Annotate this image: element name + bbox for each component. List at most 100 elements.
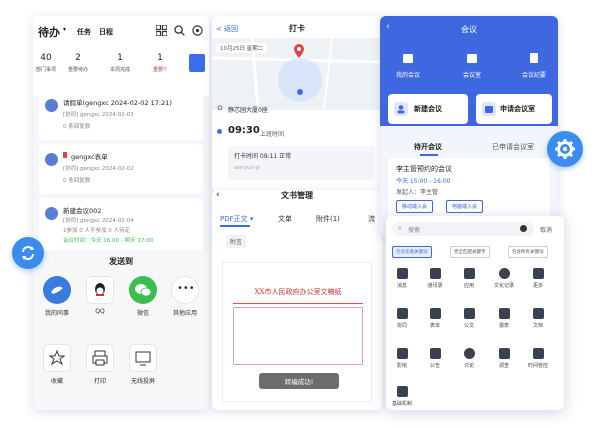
nav-my-meeting[interactable]: 我的会议	[390, 70, 426, 79]
discussion-icon[interactable]	[464, 348, 475, 359]
more-apps-button[interactable]: •••	[171, 276, 199, 304]
meeting-room-icon	[466, 52, 478, 64]
survey-icon[interactable]	[499, 348, 510, 359]
checkin-time: 09:30	[228, 125, 260, 136]
grid-icon[interactable]	[155, 24, 167, 36]
pc-join-button[interactable]: 电脑端入会	[446, 200, 484, 213]
date-chip: 10月25日 星期二	[216, 43, 268, 53]
checkin-panel: < 返回 打卡 10月25日 星期二 ⊙ 静芯园大厦0座 09:30 上班时间 …	[212, 16, 382, 192]
share-label: 打印	[93, 378, 106, 385]
doc-title: XX市人民政府办公室文稿纸	[254, 288, 342, 296]
search-icon: ⌕	[398, 224, 402, 232]
app-label: 公告	[429, 363, 440, 369]
nav-minutes[interactable]: 会议纪要	[516, 70, 552, 79]
new-meeting-label: 新建会议	[414, 105, 442, 113]
file-icon[interactable]	[533, 308, 544, 319]
chevron-down-icon[interactable]: ▾	[63, 26, 66, 33]
tab-task[interactable]: 任务	[77, 27, 91, 37]
location-name: 静芯园大厦0座	[228, 107, 268, 114]
stat-label: 本周完成	[109, 67, 130, 73]
more-icon[interactable]	[533, 268, 544, 279]
share-label: QQ	[95, 308, 105, 315]
minutes-icon	[528, 52, 540, 64]
item-title: gengxc表单	[71, 153, 108, 161]
filter-all[interactable]: 包含所有关键词	[508, 246, 548, 258]
mobile-join-button[interactable]: 移动端入会	[396, 200, 434, 213]
share-label: 我的同事	[44, 310, 69, 317]
nav-meeting-room[interactable]: 会议室	[454, 70, 490, 79]
new-meeting-button[interactable]: 新建会议	[388, 94, 468, 124]
favorite-button[interactable]	[43, 344, 71, 372]
collab-icon[interactable]	[397, 308, 408, 319]
apps-icon[interactable]	[464, 268, 475, 279]
location-icon: ⊙	[217, 104, 223, 112]
tab-applied-room[interactable]: 已申请会议室	[492, 142, 534, 152]
cancel-button[interactable]: 取消	[540, 225, 552, 234]
contacts-icon[interactable]	[430, 268, 441, 279]
list-item[interactable]: 请假单(gengxc 2024-02-02 17:21) [协同] gengxc…	[39, 90, 203, 140]
share-label: 无线投屏	[130, 378, 155, 385]
list-item[interactable]: 新建会议002 [协同] gengxc 2024-02-04 1参加 0 人不参…	[39, 198, 203, 252]
search-input[interactable]: ⌕ 搜索	[392, 222, 534, 236]
page-title: 会议	[461, 25, 477, 34]
item-meta: [协同] gengxc 2024-02-02	[63, 166, 134, 172]
share-label: 其他应用	[172, 310, 197, 317]
app-label: 讨论	[463, 363, 474, 369]
time-icon[interactable]	[533, 348, 544, 359]
stat-value: 40	[40, 53, 52, 63]
colleague-share-button[interactable]	[43, 276, 71, 304]
add-icon[interactable]	[191, 24, 203, 36]
print-button[interactable]	[86, 344, 114, 372]
record-sub: wanyun-yl	[234, 165, 260, 171]
app-label: 协同	[396, 323, 407, 329]
document-icon[interactable]	[464, 308, 475, 319]
app-label: 时间管控	[527, 363, 548, 369]
stat-label: 部门事项	[35, 67, 56, 73]
tab-attachment[interactable]: 附件(1)	[316, 214, 340, 224]
meeting-title: 李主管预约的会议	[396, 165, 452, 173]
share-label: 微信	[136, 310, 149, 317]
mic-icon[interactable]	[520, 225, 527, 232]
mechanism-icon[interactable]	[397, 386, 408, 397]
tab-indicator	[220, 225, 250, 227]
qq-share-button[interactable]	[86, 276, 114, 304]
item-title: 请假单(gengxc 2024-02-02 17:21)	[63, 99, 172, 107]
people-icon	[394, 102, 408, 116]
sync-icon	[12, 237, 44, 269]
sub-tab[interactable]: 附言	[226, 235, 247, 248]
video-icon[interactable]	[397, 348, 408, 359]
pdf-page: XX市人民政府办公室文稿纸 转编成功!	[222, 262, 372, 402]
search-placeholder: 搜索	[408, 227, 421, 234]
todo-title[interactable]: 待办	[38, 24, 60, 40]
announcement-icon[interactable]	[430, 348, 441, 359]
report-icon[interactable]	[499, 308, 510, 319]
tab-pdf[interactable]: PDF正文 ▾	[220, 214, 253, 224]
item-sub: 0 条回复数	[63, 178, 91, 184]
more-icon: •••	[177, 283, 195, 294]
meeting-panel: ‹ 会议 我的会议 会议室 会议纪要 新建会议 申请会议室 待开会议 已申请会议…	[380, 16, 558, 236]
tab-flow[interactable]: 流	[368, 214, 375, 224]
filter-exact[interactable]: 完全匹配关键字	[450, 246, 490, 258]
flag-icon	[63, 152, 67, 158]
apply-room-button[interactable]: 申请会议室	[476, 94, 552, 124]
cast-button[interactable]	[129, 344, 157, 372]
timeline-dot	[217, 129, 222, 134]
message-icon[interactable]	[397, 268, 408, 279]
app-label: 文化记录	[493, 283, 514, 289]
document-panel: ‹ 文书管理 PDF正文 ▾ 文单 附件(1) 流 附言 XX市人民政府办公室文…	[212, 190, 382, 410]
form-icon[interactable]	[430, 308, 441, 319]
stat-value: 1	[117, 53, 123, 63]
filter-any[interactable]: 包含任意关键词	[392, 246, 432, 258]
filter-tab[interactable]	[189, 54, 205, 72]
tab-form[interactable]: 文单	[278, 214, 292, 224]
search-icon[interactable]	[173, 24, 185, 36]
culture-icon[interactable]	[499, 268, 510, 279]
avatar	[45, 153, 58, 166]
tab-upcoming[interactable]: 待开会议	[414, 142, 442, 152]
list-item[interactable]: gengxc表单 [协同] gengxc 2024-02-02 0 条回复数	[39, 144, 203, 194]
item-meta: [协同] gengxc 2024-02-02	[63, 112, 134, 118]
app-search-panel: ⌕ 搜索 取消 包含任意关键词 完全匹配关键字 包含所有关键词 消息 通讯录 应…	[386, 216, 564, 410]
wechat-share-button[interactable]	[129, 276, 157, 304]
toast-text: 转编成功!	[284, 378, 314, 386]
tab-schedule[interactable]: 日程	[99, 27, 113, 37]
